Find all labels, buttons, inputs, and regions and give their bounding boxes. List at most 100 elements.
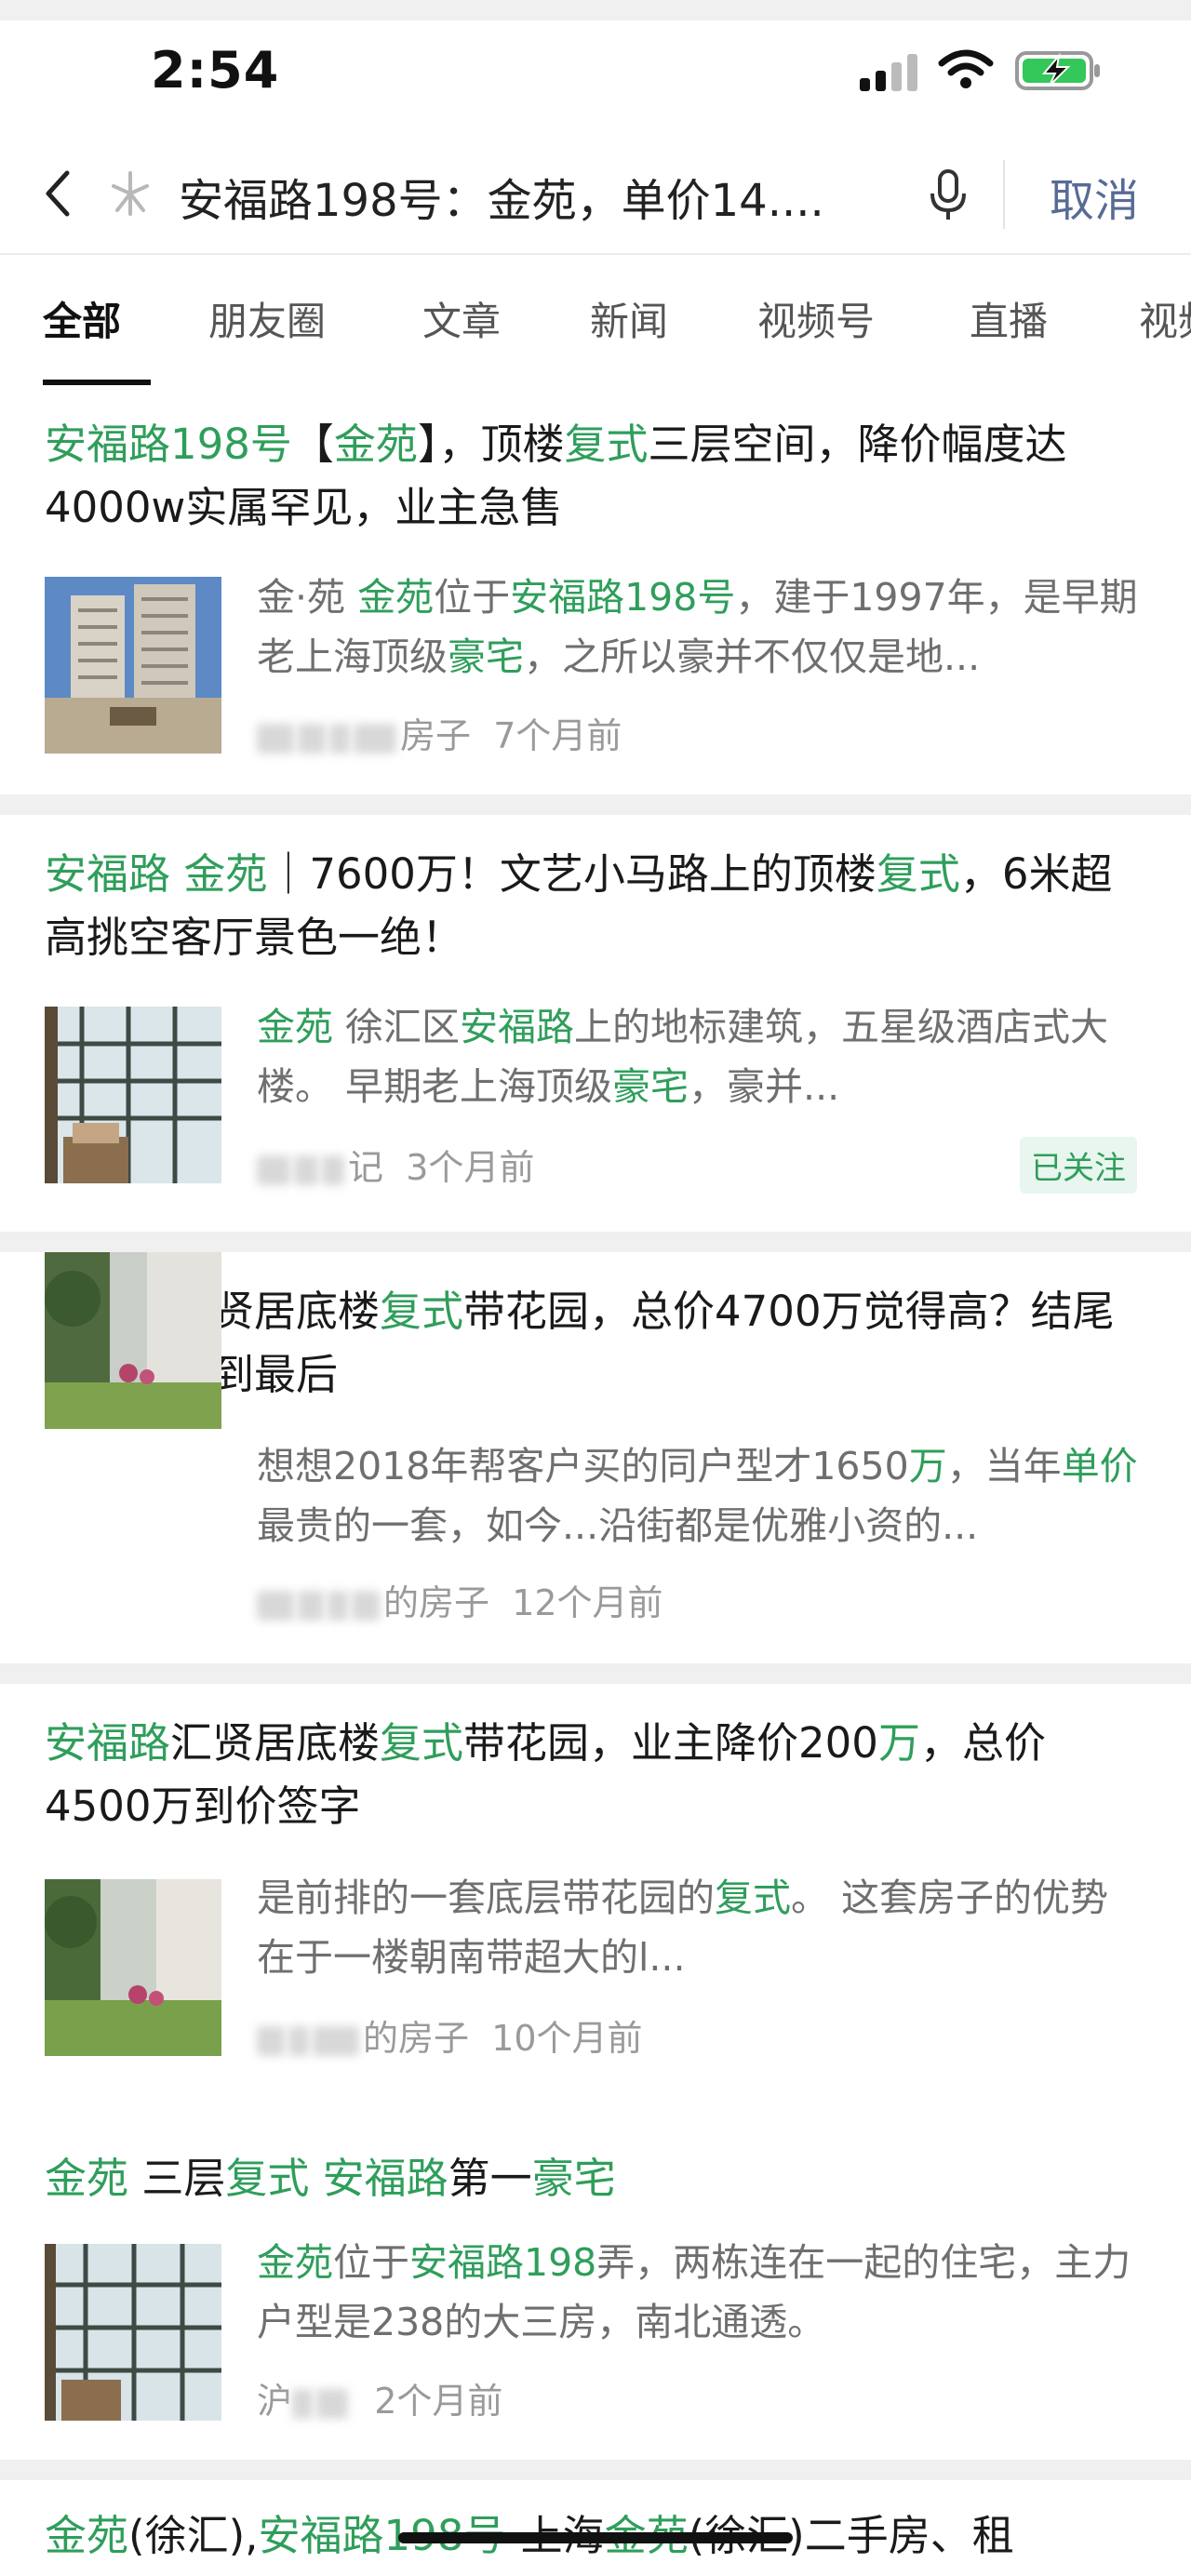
highlighted-keyword: 安福路 xyxy=(460,1005,575,1049)
highlighted-keyword: 豪宅 xyxy=(531,2154,616,2203)
back-icon[interactable] xyxy=(35,166,82,221)
result-time: 2个月前 xyxy=(374,2381,503,2422)
result-meta: 沪 2个月前 xyxy=(257,2372,502,2423)
highlighted-keyword: 金苑 xyxy=(183,849,268,899)
result-title[interactable]: 安福路198号【金苑】，顶楼复式三层空间，降价幅度达4000w实属罕见，业主急售 xyxy=(45,413,1152,540)
text-segment: ，之所以豪并不仅仅是地... xyxy=(524,634,981,679)
result-item[interactable]: 安福路汇贤居底楼复式带花园，总价4700万觉得高？结尾有彩蛋看到最后 想想201… xyxy=(0,1252,1191,1663)
blurred-source xyxy=(257,723,294,754)
highlighted-keyword: 金苑 xyxy=(257,1005,333,1049)
result-separator xyxy=(0,0,1191,20)
blurred-source xyxy=(257,2025,285,2056)
result-title[interactable]: 金苑 三层复式 安福路第一豪宅 xyxy=(45,2147,1152,2210)
result-separator xyxy=(0,794,1191,815)
cancel-button[interactable]: 取消 xyxy=(1050,164,1139,229)
result-time: 7个月前 xyxy=(493,715,622,756)
tab-all[interactable]: 全部 xyxy=(43,290,121,347)
cellular-signal-icon xyxy=(860,54,917,91)
highlighted-keyword: 金苑 xyxy=(45,2154,129,2203)
highlighted-keyword: 复式 xyxy=(380,1718,464,1768)
highlighted-keyword: 复式 xyxy=(564,420,649,469)
result-separator xyxy=(0,1232,1191,1252)
tab-live[interactable]: 直播 xyxy=(970,290,1048,347)
highlighted-keyword: 安福路 xyxy=(45,849,171,899)
result-title[interactable]: 安福路 金苑｜7600万！文艺小马路上的顶楼复式，6米超高挑空客厅景色一绝！ xyxy=(45,843,1152,969)
result-item[interactable]: 安福路198号【金苑】，顶楼复式三层空间，降价幅度达4000w实属罕见，业主急售… xyxy=(0,385,1191,794)
result-title[interactable]: 安福路汇贤居底楼复式带花园，业主降价200万，总价4500万到价签字 xyxy=(45,1712,1152,1838)
category-tabs: 全部 朋友圈 文章 新闻 视频号 直播 视频 xyxy=(0,253,1191,385)
text-segment: 带花园，业主降价200 xyxy=(463,1718,878,1768)
highlighted-keyword: 安福路198号 xyxy=(45,420,292,469)
result-source: 的房子 xyxy=(383,1582,490,1623)
tab-articles[interactable]: 文章 xyxy=(422,290,501,347)
result-time: 3个月前 xyxy=(406,1147,535,1188)
search-bar: 安福路198号：金苑，单价14.... 取消 xyxy=(0,140,1191,251)
text-segment: 想想2018年帮客户买的同户型才1650 xyxy=(257,1444,909,1488)
highlighted-keyword: 豪宅 xyxy=(448,634,524,679)
highlighted-keyword: 金苑 xyxy=(333,420,418,469)
result-item[interactable]: 金苑(徐汇),安福路198号-上海金苑(徐汇)二手房、租 xyxy=(0,2480,1191,2576)
tab-channels[interactable]: 视频号 xyxy=(757,290,875,347)
result-item[interactable]: 安福路 金苑｜7600万！文艺小马路上的顶楼复式，6米超高挑空客厅景色一绝！ 金… xyxy=(0,815,1191,1232)
text-segment: 】，顶楼 xyxy=(417,420,565,469)
result-description: 金苑位于安福路198弄，两栋连在一起的住宅，主力户型是238的大三房，南北通透。 xyxy=(257,2233,1141,2352)
result-thumbnail xyxy=(45,1252,221,1429)
home-indicator xyxy=(398,2532,793,2543)
highlighted-keyword: 安福路198 xyxy=(409,2240,597,2285)
text-segment: (徐汇), xyxy=(128,2511,259,2560)
text-segment xyxy=(309,2154,322,2203)
blurred-source xyxy=(257,1590,294,1621)
text-segment: 【 xyxy=(291,420,334,469)
result-description: 想想2018年帮客户买的同户型才1650万，当年单价最贵的一套，如今...沿街都… xyxy=(257,1436,1141,1555)
result-thumbnail xyxy=(45,1007,221,1183)
result-meta: 房子 7个月前 xyxy=(257,707,622,758)
text-segment: 最贵的一套，如今...沿街都是优雅小资的... xyxy=(257,1503,979,1548)
text-segment: 位于 xyxy=(333,2240,409,2285)
result-meta: 的房子 10个月前 xyxy=(257,2009,643,2061)
search-divider xyxy=(1003,160,1005,229)
result-source: 记 xyxy=(348,1147,384,1188)
result-time: 12个月前 xyxy=(512,1582,663,1623)
microphone-icon[interactable] xyxy=(927,167,970,223)
highlighted-keyword: 复式 xyxy=(380,1287,464,1336)
highlighted-keyword: 单价 xyxy=(1061,1444,1138,1488)
status-bar: 2:54 xyxy=(0,0,1191,140)
highlighted-keyword: 复式 xyxy=(715,1875,791,1920)
result-item[interactable]: 金苑 三层复式 安福路第一豪宅 金苑位于安福路198弄，两栋连在一起的住宅，主力… xyxy=(0,2119,1191,2460)
text-segment: 是前排的一套底层带花园的 xyxy=(257,1875,715,1920)
result-source: 房子 xyxy=(400,715,472,756)
result-thumbnail xyxy=(45,577,221,754)
result-thumbnail xyxy=(45,1879,221,2056)
text-segment: ｜7600万！文艺小马路上的顶楼 xyxy=(267,849,877,899)
result-thumbnail xyxy=(45,2244,221,2421)
highlighted-keyword: 安福路198号 xyxy=(510,575,736,620)
highlighted-keyword: 安福路 xyxy=(322,2154,448,2203)
highlighted-keyword: 金苑 xyxy=(357,575,435,620)
text-segment xyxy=(170,849,183,899)
tab-video[interactable]: 视频 xyxy=(1139,290,1191,347)
tab-moments[interactable]: 朋友圈 xyxy=(208,290,326,347)
text-segment: 三层 xyxy=(128,2154,226,2203)
search-input[interactable]: 安福路198号：金苑，单价14.... xyxy=(179,164,886,229)
result-item[interactable]: 安福路汇贤居底楼复式带花园，业主降价200万，总价4500万到价签字 是前排的一… xyxy=(0,1684,1191,2099)
highlighted-keyword: 复式 xyxy=(876,849,960,899)
text-segment: 汇贤居底楼 xyxy=(170,1718,381,1768)
highlighted-keyword: 豪宅 xyxy=(612,1064,689,1109)
result-description: 是前排的一套底层带花园的复式。 这套房子的优势在于一楼朝南带超大的l... xyxy=(257,1868,1141,1987)
tab-news[interactable]: 新闻 xyxy=(590,290,668,347)
result-source: 沪 xyxy=(257,2381,293,2422)
text-segment: 位于 xyxy=(434,575,511,620)
text-segment: ，豪并... xyxy=(689,1064,840,1109)
highlighted-keyword: 万 xyxy=(908,1444,947,1488)
highlighted-keyword: 金苑 xyxy=(45,2511,129,2560)
wifi-icon xyxy=(938,49,994,88)
result-description: 金·苑 金苑位于安福路198号，建于1997年，是早期老上海顶级豪宅，之所以豪并… xyxy=(257,567,1141,687)
result-separator xyxy=(0,2460,1191,2480)
result-separator xyxy=(0,1663,1191,1684)
result-description: 金苑 徐汇区安福路上的地标建筑，五星级酒店式大楼。 早期老上海顶级豪宅，豪并..… xyxy=(257,997,1141,1116)
highlighted-keyword: 金苑 xyxy=(257,2240,333,2285)
result-meta: 的房子 12个月前 xyxy=(257,1574,663,1625)
blurred-source xyxy=(292,2388,314,2419)
text-segment: 金·苑 xyxy=(257,575,358,620)
result-time: 10个月前 xyxy=(491,2018,643,2059)
